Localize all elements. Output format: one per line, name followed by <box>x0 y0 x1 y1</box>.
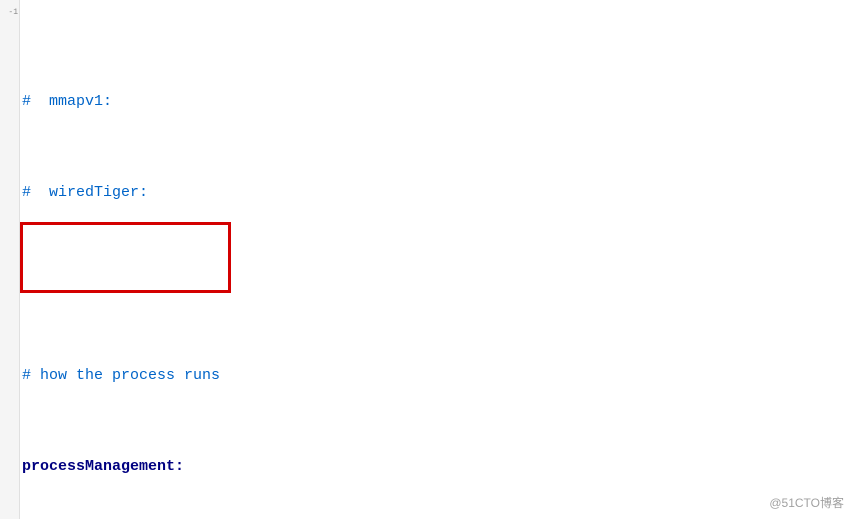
code-line: processManagement: <box>22 456 850 479</box>
code-line: # mmapv1: <box>22 91 850 114</box>
code-comment: # how the process runs <box>22 367 220 384</box>
code-area[interactable]: # mmapv1: # wiredTiger: # how the proces… <box>20 0 850 519</box>
code-line: # wiredTiger: <box>22 182 850 205</box>
line-gutter: -1 <box>0 0 20 519</box>
code-line: # how the process runs <box>22 365 850 388</box>
code-comment: # wiredTiger: <box>22 184 148 201</box>
gutter-label: -1 <box>0 2 18 25</box>
yaml-key: processManagement: <box>22 458 184 475</box>
editor-container: -1 # mmapv1: # wiredTiger: # how the pro… <box>0 0 850 519</box>
code-line <box>22 274 850 297</box>
watermark: @51CTO博客 <box>769 492 844 515</box>
code-comment: # mmapv1: <box>22 93 112 110</box>
